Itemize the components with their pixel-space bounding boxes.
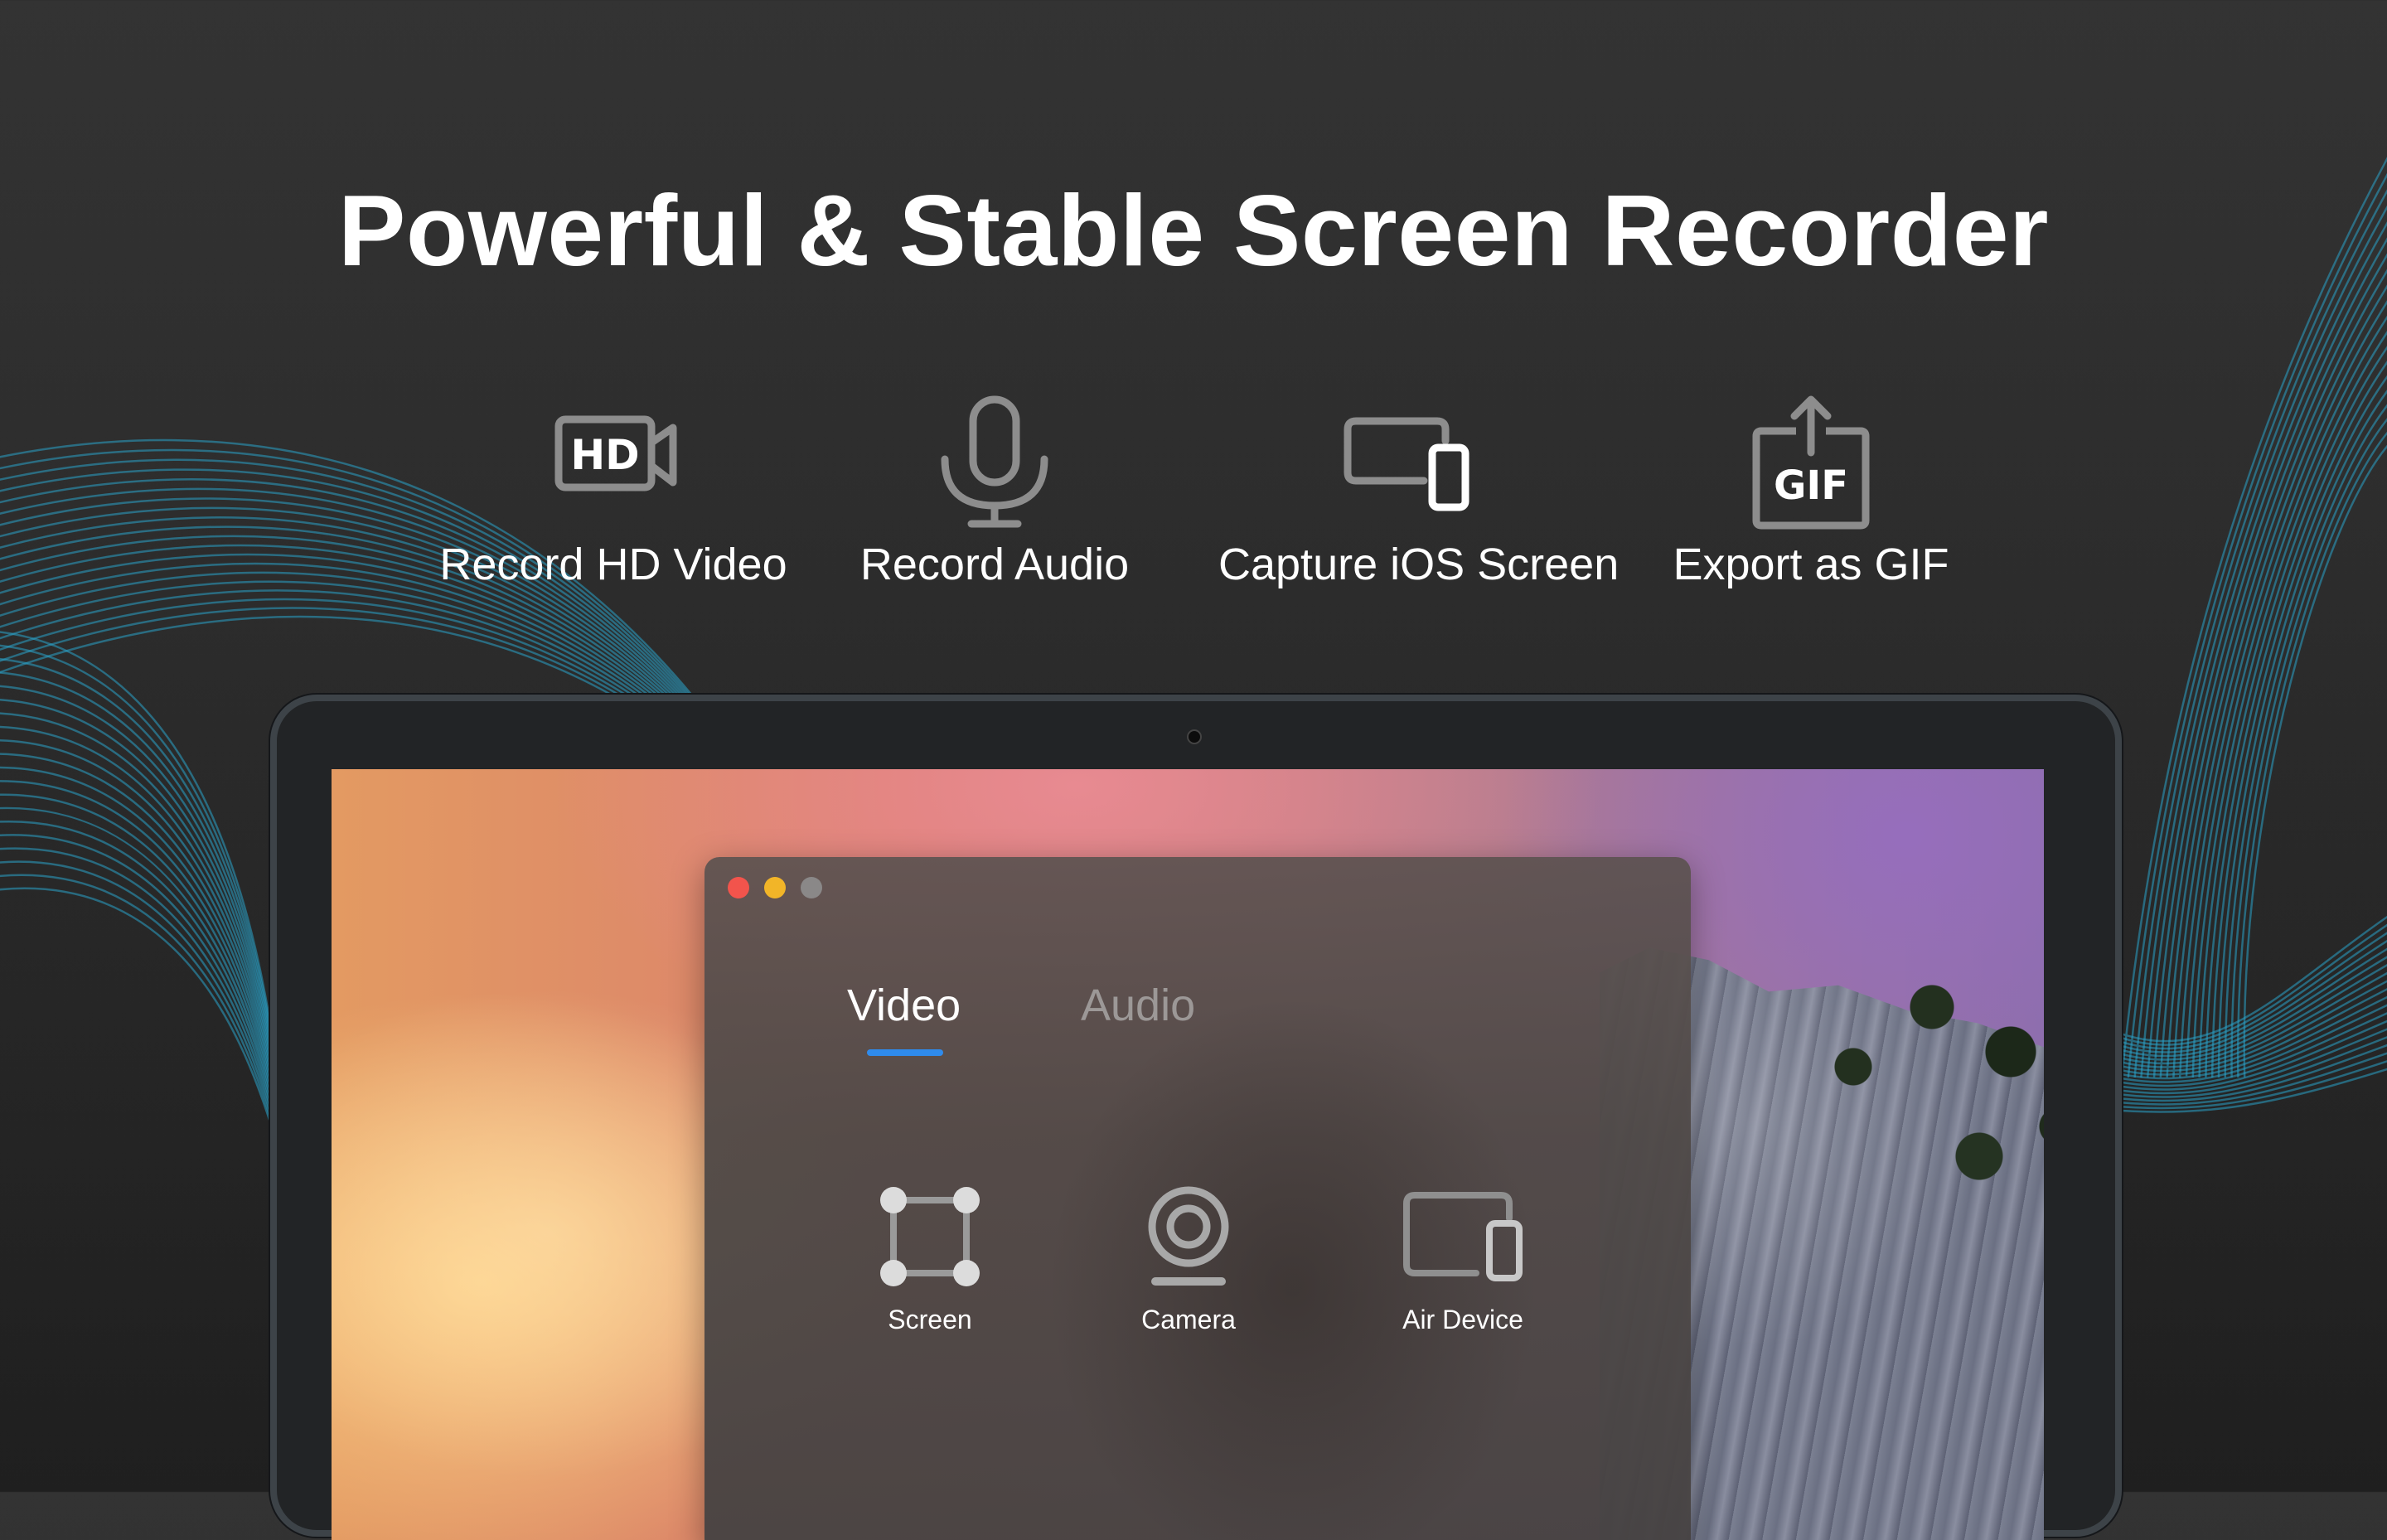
hd-video-camera-icon: HD [554,415,677,492]
devices-icon [1344,417,1469,511]
active-tab-indicator [867,1049,943,1056]
mode-label: Air Device [1402,1305,1523,1334]
feature-record-hd-video: HD Record HD Video [423,390,804,590]
wave-line [2104,205,2387,1078]
tree-cluster [1790,947,2044,1246]
camera-icon [1148,1186,1229,1286]
wave-line [2104,237,2387,1078]
feature-record-audio: Record Audio [804,390,1185,590]
gif-icon-text: GIF [1774,462,1848,509]
window-zoom-button[interactable] [801,877,822,898]
wave-line [2104,284,2387,1078]
microphone-icon [941,395,1048,528]
tab-audio[interactable]: Audio [1081,980,1195,1031]
feature-export-gif: GIF Export as GIF [1620,390,2002,590]
mode-screen-button[interactable]: Screen [822,1180,1038,1335]
feature-label: Capture iOS Screen [1218,540,1620,589]
gif-export-icon: GIF [1752,395,1870,530]
recorder-app-window: Video Audio Screen Camera Air Device [704,857,1691,1540]
hd-icon-text: HD [570,431,639,479]
mode-camera-button[interactable]: Camera [1081,1180,1296,1335]
feature-capture-ios-screen: Capture iOS Screen [1218,390,1620,590]
tab-video[interactable]: Video [847,980,961,1031]
air-device-icon [1403,1192,1523,1281]
feature-label: Record Audio [859,540,1130,589]
laptop-screen: Video Audio Screen Camera Air Device [332,769,2044,1540]
window-minimize-button[interactable] [764,877,786,898]
feature-label: Record HD Video [439,540,787,589]
mode-label: Camera [1141,1305,1236,1334]
webcam [1187,729,1202,744]
wave-line [2104,253,2387,1078]
window-close-button[interactable] [728,877,749,898]
feature-label: Export as GIF [1673,540,1949,589]
laptop-mockup: Video Audio Screen Camera Air Device [270,695,2122,1540]
mode-label: Screen [888,1305,972,1334]
screen-region-icon [880,1187,980,1286]
headline: Powerful & Stable Screen Recorder [337,174,2050,287]
mode-air-device-button[interactable]: Air Device [1355,1180,1571,1335]
